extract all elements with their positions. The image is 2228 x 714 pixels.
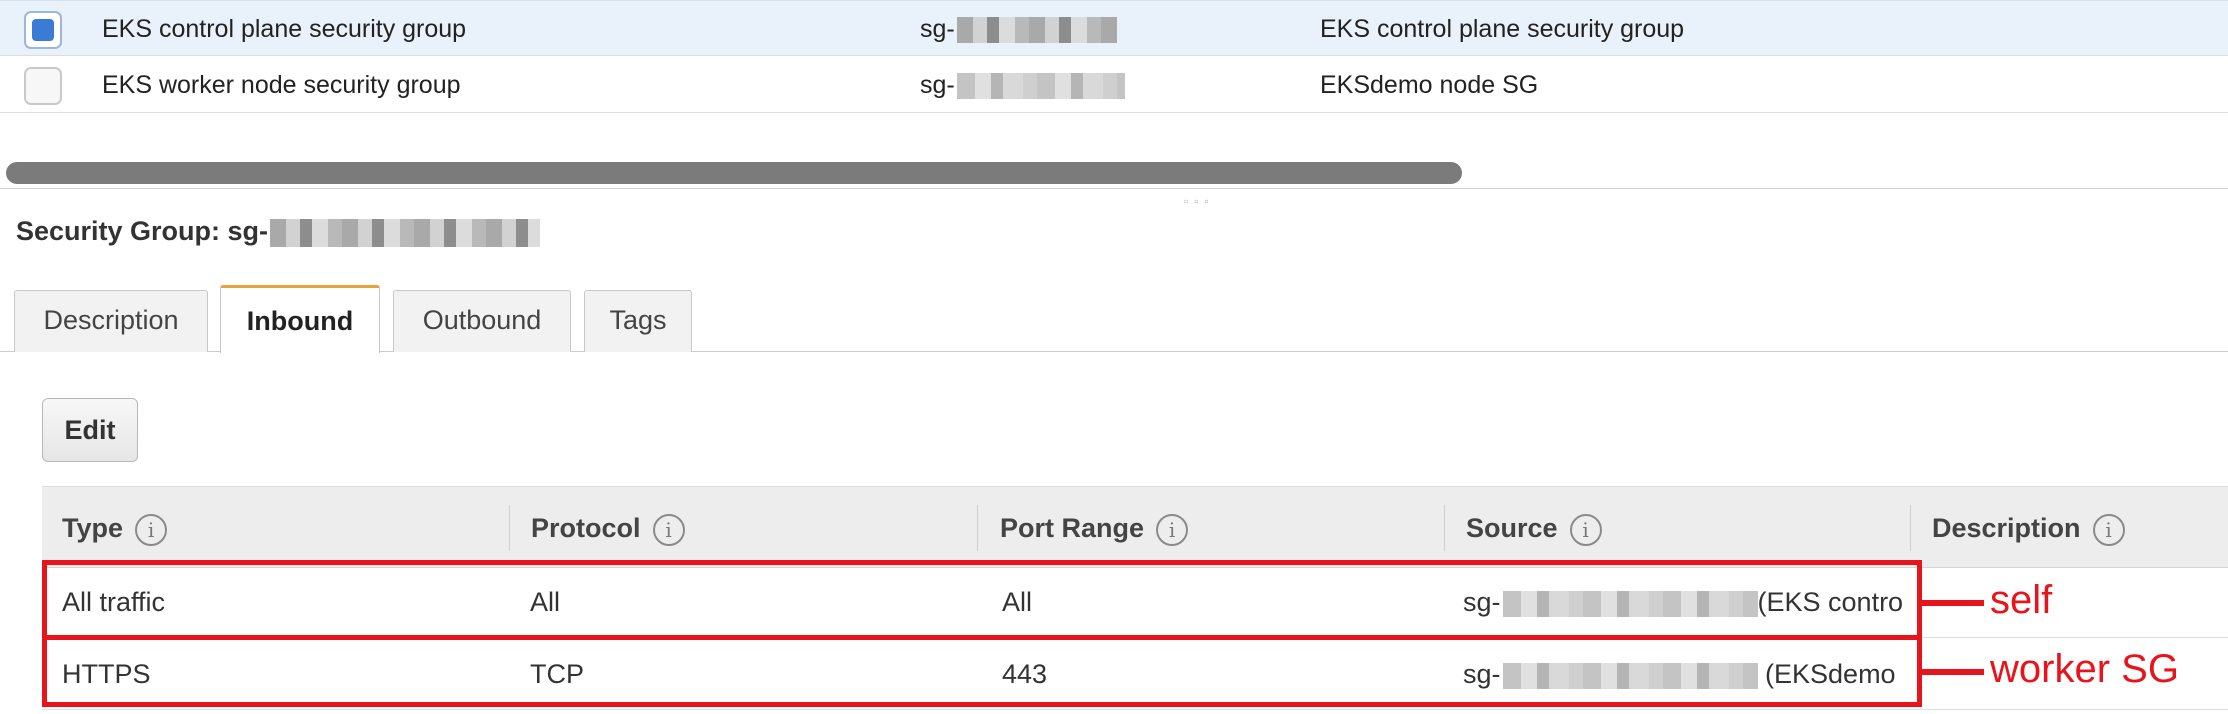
- annotation-label-self: self: [1990, 578, 2053, 622]
- details-title-text: Security Group: sg-: [16, 216, 269, 246]
- column-divider[interactable]: [977, 505, 978, 551]
- info-icon[interactable]: i: [652, 513, 685, 546]
- row-checkbox[interactable]: [24, 67, 62, 105]
- column-header-label: Type: [62, 513, 124, 543]
- info-icon[interactable]: i: [2092, 513, 2125, 546]
- info-icon[interactable]: i: [1569, 513, 1602, 546]
- security-group-description: EKSdemo node SG: [1320, 71, 1539, 99]
- security-group-description: EKS control plane security group: [1320, 15, 1685, 43]
- edit-button[interactable]: Edit: [42, 398, 138, 462]
- tab-inbound[interactable]: Inbound: [220, 285, 380, 353]
- column-header-label: Description: [1932, 513, 2081, 543]
- rules-table-header: Type i Protocol i Port Range i Source i Desc…: [42, 486, 2228, 568]
- security-group-id-prefix: sg-: [920, 71, 955, 99]
- security-group-id: sg-: [920, 15, 1117, 44]
- row-checkbox[interactable]: [24, 11, 62, 49]
- redacted-id: [956, 17, 1117, 44]
- redacted-id: [270, 218, 541, 247]
- column-divider[interactable]: [1444, 505, 1445, 551]
- info-icon[interactable]: i: [1156, 513, 1189, 546]
- column-header-type[interactable]: Type i: [62, 513, 168, 546]
- security-group-row[interactable]: EKS worker node security group sg- EKSde…: [0, 57, 2228, 113]
- security-group-id: sg-: [920, 71, 1125, 100]
- resize-handle-icon[interactable]: ▫▫▫: [1184, 194, 1215, 208]
- security-group-name: EKS worker node security group: [102, 71, 461, 99]
- column-header-description[interactable]: Description i: [1932, 513, 2125, 546]
- column-header-label: Protocol: [531, 513, 641, 543]
- column-header-label: Port Range: [1000, 513, 1145, 543]
- column-header-source[interactable]: Source i: [1466, 513, 1602, 546]
- annotation-label-worker: worker SG: [1990, 647, 2179, 691]
- tab-tags[interactable]: Tags: [584, 290, 692, 352]
- panel-divider: [0, 188, 2228, 189]
- redacted-id: [956, 73, 1125, 100]
- annotation-box-self: [42, 560, 1922, 640]
- annotation-connector: [1922, 600, 1984, 606]
- annotation-connector: [1922, 669, 1984, 675]
- column-header-protocol[interactable]: Protocol i: [531, 513, 685, 546]
- tab-outbound[interactable]: Outbound: [393, 290, 571, 352]
- security-group-id-prefix: sg-: [920, 15, 955, 43]
- tab-description[interactable]: Description: [14, 290, 208, 352]
- security-group-name: EKS control plane security group: [102, 15, 467, 43]
- annotation-box-worker: [42, 635, 1922, 707]
- horizontal-scrollbar[interactable]: [0, 160, 2228, 188]
- security-group-row[interactable]: EKS control plane security group sg- EKS…: [0, 0, 2228, 56]
- scrollbar-thumb[interactable]: [6, 162, 1462, 184]
- column-header-label: Source: [1466, 513, 1558, 543]
- column-divider[interactable]: [509, 505, 510, 551]
- column-divider[interactable]: [1910, 505, 1911, 551]
- column-header-port-range[interactable]: Port Range i: [1000, 513, 1189, 546]
- info-icon[interactable]: i: [135, 513, 168, 546]
- details-title: Security Group: sg-: [16, 216, 541, 247]
